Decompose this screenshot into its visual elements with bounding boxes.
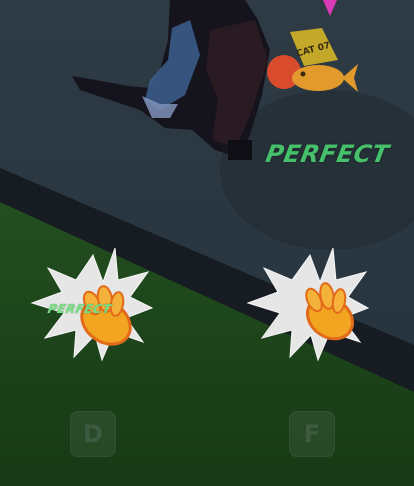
game-scene: CAT 07	[0, 0, 414, 486]
judgement-text-main: PERFECT	[263, 140, 392, 168]
lane-key-f-button[interactable]: F	[289, 411, 335, 457]
judgement-text-lane-d: PERFECT	[46, 302, 113, 316]
lane-key-d-button[interactable]: D	[70, 411, 116, 457]
game-viewport: CAT 07 PERFECT PERFECT D F	[0, 0, 414, 486]
